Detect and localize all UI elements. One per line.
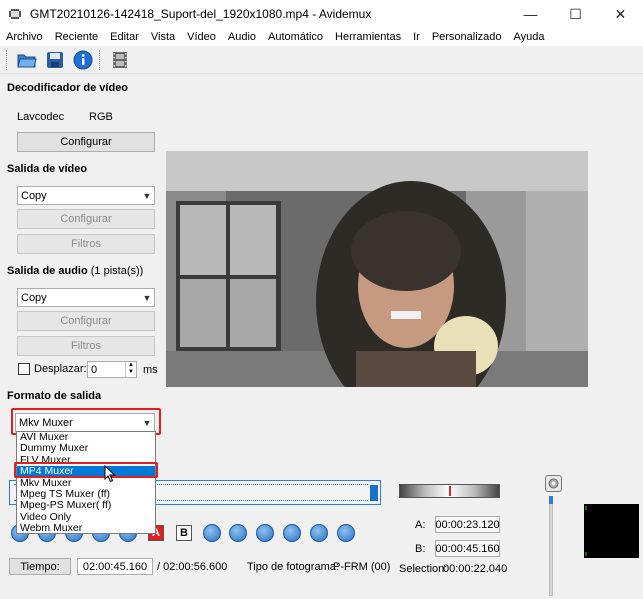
previous-cut-icon[interactable] (203, 524, 221, 542)
selection-time: 00:00:22.040 (443, 563, 508, 575)
shift-value: 0 (91, 363, 98, 376)
audio-codec-value: Copy (21, 291, 47, 304)
video-preview (166, 151, 588, 387)
decoder-configure-button[interactable]: Configurar (17, 132, 155, 152)
time-button[interactable]: Tiempo: (9, 558, 71, 575)
mouse-pointer-icon (104, 464, 116, 486)
menu-ir[interactable]: Ir (407, 31, 426, 43)
shift-label: Desplazar: (34, 363, 87, 375)
maximize-button[interactable]: ☐ (553, 0, 598, 28)
menu-herramientas[interactable]: Herramientas (329, 31, 407, 43)
audio-output-title: Salida de audio (7, 265, 88, 277)
marker-a-time[interactable]: 00:00:23.120 (435, 516, 500, 533)
current-time-field[interactable]: 02:00:45.160 (77, 558, 153, 575)
timeline-cursor[interactable] (370, 485, 378, 501)
audio-meter-display (584, 504, 639, 558)
menu-bar: Archivo Reciente Editar Vista Vídeo Audi… (0, 28, 643, 46)
chevron-down-icon: ▼ (142, 190, 152, 201)
forward-60-icon[interactable] (337, 524, 355, 542)
chevron-down-icon: ▼ (142, 292, 152, 303)
output-format-dropdown: AVI Muxer Dummy Muxer FLV Muxer MP4 Muxe… (16, 431, 156, 534)
set-marker-b-button[interactable]: B (176, 525, 192, 541)
shift-spinbox[interactable]: 0 ▲ ▼ (87, 361, 137, 378)
video-filters-button[interactable]: Filtros (17, 234, 155, 254)
title-bar: GMT20210126-142418_Suport-del_1920x1080.… (0, 0, 643, 28)
audio-tracks-count: (1 pista(s)) (90, 265, 144, 277)
toolbar (0, 46, 643, 74)
selection-label: Selection: (399, 563, 448, 575)
marker-b-label: B: (415, 543, 426, 555)
back-60-icon[interactable] (310, 524, 328, 542)
close-button[interactable]: ✕ (598, 0, 643, 28)
next-cut-icon[interactable] (229, 524, 247, 542)
toolbar-separator (99, 49, 102, 70)
audio-codec-select[interactable]: Copy ▼ (17, 288, 155, 307)
jog-shuttle[interactable] (399, 484, 500, 498)
save-disk-icon[interactable] (43, 48, 67, 72)
avidemux-app-icon (8, 7, 22, 21)
audio-output-heading: Salida de audio (1 pista(s)) (7, 265, 143, 277)
audio-filters-button[interactable]: Filtros (17, 336, 155, 356)
menu-personalizado[interactable]: Personalizado (426, 31, 508, 43)
menu-reciente[interactable]: Reciente (49, 31, 104, 43)
toolbar-grip (6, 49, 9, 70)
video-configure-button[interactable]: Configurar (17, 209, 155, 229)
mp4-option-highlight (14, 462, 158, 478)
video-decoder-title: Decodificador de vídeo (7, 82, 129, 94)
volume-slider-handle[interactable] (545, 475, 562, 492)
frame-type-label: Tipo de fotograma: (247, 561, 339, 573)
menu-archivo[interactable]: Archivo (0, 31, 49, 43)
spin-arrows-icon[interactable]: ▲ ▼ (125, 362, 136, 377)
marker-b-time[interactable]: 00:00:45.160 (435, 540, 500, 557)
go-to-end-icon[interactable] (283, 524, 301, 542)
volume-slider-fill (549, 496, 553, 504)
video-codec-value: Copy (21, 189, 47, 202)
video-frame-image (166, 151, 588, 387)
frame-type-value: P-FRM (00) (333, 561, 391, 573)
menu-ayuda[interactable]: Ayuda (508, 31, 551, 43)
output-format-title: Formato de salida (7, 390, 102, 402)
menu-vista[interactable]: Vista (145, 31, 181, 43)
menu-audio[interactable]: Audio (222, 31, 262, 43)
video-codec-select[interactable]: Copy ▼ (17, 186, 155, 205)
menu-video[interactable]: Vídeo (181, 31, 222, 43)
menu-editar[interactable]: Editar (104, 31, 145, 43)
audio-configure-button[interactable]: Configurar (17, 311, 155, 331)
decoder-codec: Lavcodec (17, 111, 65, 123)
menu-automatico[interactable]: Automático (262, 31, 329, 43)
window-title: GMT20210126-142418_Suport-del_1920x1080.… (30, 7, 372, 21)
info-icon[interactable] (71, 48, 95, 72)
film-icon[interactable] (108, 48, 132, 72)
volume-slider-track[interactable] (549, 496, 553, 596)
shift-checkbox[interactable] (18, 363, 30, 375)
shift-unit: ms (143, 364, 158, 376)
go-to-start-icon[interactable] (256, 524, 274, 542)
minimize-button[interactable]: — (508, 0, 553, 28)
total-time: / 02:00:56.600 (157, 561, 228, 573)
jog-center-mark (449, 486, 451, 496)
marker-a-label: A: (415, 519, 426, 531)
format-option-webm[interactable]: Webm Muxer (17, 522, 155, 534)
decoder-colorspace: RGB (89, 111, 113, 123)
video-output-title: Salida de vídeo (7, 163, 88, 175)
open-folder-icon[interactable] (15, 48, 39, 72)
